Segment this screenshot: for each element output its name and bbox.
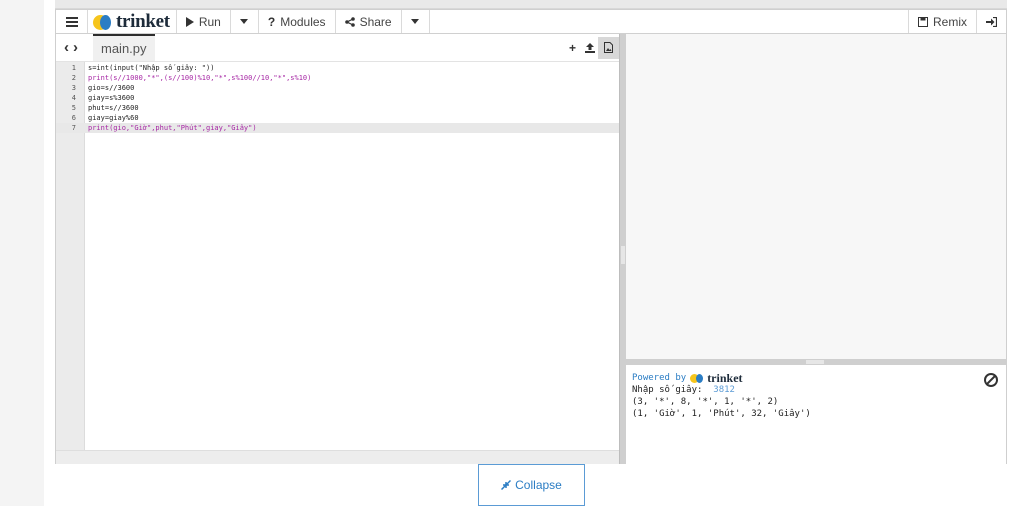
- code-line[interactable]: 5 phut=s//3600: [56, 103, 619, 113]
- console-output[interactable]: Powered by trinket Nhập số giây: 3812 (3…: [626, 365, 1006, 464]
- modules-button[interactable]: ? Modules: [259, 10, 336, 33]
- code-line[interactable]: 6 giay=giay%60: [56, 113, 619, 123]
- caret-down-icon: [411, 19, 420, 24]
- image-library-button[interactable]: [598, 36, 619, 59]
- console-input-value: 3812: [713, 385, 735, 395]
- line-number: 3: [71, 84, 76, 92]
- caret-down-icon: [240, 19, 249, 24]
- add-file-button[interactable]: +: [564, 37, 581, 59]
- code-line[interactable]: 1 s=int(input("Nhập số giây: ")): [56, 63, 619, 73]
- line-number: 2: [71, 74, 76, 82]
- remix-button[interactable]: Remix: [907, 10, 976, 33]
- file-tab-main[interactable]: main.py: [93, 34, 155, 61]
- top-strip: [55, 0, 1007, 9]
- line-number: 6: [71, 114, 76, 122]
- line-code: print(gio,"Giờ",phut,"Phút",giay,"Giây"): [88, 124, 257, 132]
- chevron-left-icon[interactable]: ‹: [64, 39, 69, 56]
- upload-icon: [584, 42, 595, 53]
- powered-by[interactable]: Powered by trinket: [632, 372, 1000, 384]
- output-canvas: [626, 34, 1006, 359]
- collapse-label: Collapse: [515, 478, 562, 492]
- plus-icon: +: [568, 40, 576, 55]
- save-icon: [917, 16, 928, 27]
- line-number: 1: [71, 64, 76, 72]
- toolbar: trinket Run ? Modules Share Remix: [56, 10, 1006, 34]
- trinket-logo[interactable]: trinket: [88, 10, 177, 33]
- menu-button[interactable]: [56, 10, 88, 33]
- line-code: print(s//1000,"*",(s//100)%10,"*",s%100/…: [88, 74, 312, 82]
- share-label: Share: [359, 14, 392, 29]
- code-line[interactable]: 3 gio=s//3600: [56, 83, 619, 93]
- upload-button[interactable]: [581, 37, 598, 59]
- line-code: s=int(input("Nhập số giây: ")): [88, 64, 215, 72]
- console-prompt-line: Nhập số giây: 3812: [632, 384, 1000, 396]
- share-button[interactable]: Share: [336, 10, 402, 33]
- file-tab-label: main.py: [101, 41, 147, 56]
- compress-icon: [501, 480, 512, 490]
- line-code: phut=s//3600: [88, 104, 139, 112]
- editor-footer: [56, 450, 619, 464]
- share-icon: [344, 16, 355, 27]
- trinket-embed: trinket Run ? Modules Share Remix ‹ › ma…: [55, 9, 1007, 464]
- splitter-grip[interactable]: [621, 246, 625, 264]
- code-line[interactable]: 4 giay=s%3600: [56, 93, 619, 103]
- console-output-line: (1, 'Giờ', 1, 'Phút', 32, 'Giây'): [632, 409, 811, 419]
- trinket-logo-icon: [690, 373, 704, 383]
- line-number: 4: [71, 94, 76, 102]
- splitter-grip[interactable]: [806, 360, 824, 364]
- file-nav[interactable]: ‹ ›: [56, 39, 86, 56]
- run-button[interactable]: Run: [177, 10, 231, 33]
- code-line-active[interactable]: 7 print(gio,"Giờ",phut,"Phút",giay,"Giây…: [56, 123, 619, 133]
- console-output-line: (3, '*', 8, '*', 1, '*', 2): [632, 397, 779, 407]
- modules-label: Modules: [280, 14, 326, 29]
- login-button[interactable]: [976, 10, 1006, 33]
- image-file-icon: [604, 42, 613, 53]
- code-editor[interactable]: 1 s=int(input("Nhập số giây: ")) 2 print…: [56, 61, 619, 451]
- chevron-right-icon[interactable]: ›: [73, 39, 78, 56]
- play-icon: [185, 16, 194, 27]
- run-options-dropdown[interactable]: [231, 10, 259, 33]
- code-line[interactable]: 2 print(s//1000,"*",(s//100)%10,"*",s%10…: [56, 73, 619, 83]
- console-prompt: Nhập số giây:: [632, 385, 703, 395]
- line-code: gio=s//3600: [88, 84, 135, 92]
- editor-tools: +: [564, 34, 619, 61]
- share-options-dropdown[interactable]: [402, 10, 430, 33]
- editor-header: ‹ › main.py +: [56, 34, 619, 61]
- vertical-splitter[interactable]: [619, 34, 626, 464]
- run-label: Run: [198, 14, 221, 29]
- line-code: giay=s%3600: [88, 94, 135, 102]
- sign-in-icon: [986, 16, 997, 27]
- brand-name: trinket: [116, 10, 170, 32]
- hamburger-icon: [65, 16, 78, 27]
- powered-by-brand: trinket: [707, 371, 743, 385]
- powered-by-label: Powered by: [632, 373, 687, 383]
- line-code: giay=giay%60: [88, 114, 139, 122]
- clear-console-icon[interactable]: [984, 373, 998, 387]
- trinket-logo-icon: [93, 14, 113, 30]
- line-number: 7: [71, 124, 76, 132]
- line-number: 5: [71, 104, 76, 112]
- question-icon: ?: [267, 14, 276, 29]
- page-margin: [0, 0, 44, 506]
- remix-label: Remix: [932, 14, 967, 29]
- collapse-button[interactable]: Collapse: [478, 464, 585, 506]
